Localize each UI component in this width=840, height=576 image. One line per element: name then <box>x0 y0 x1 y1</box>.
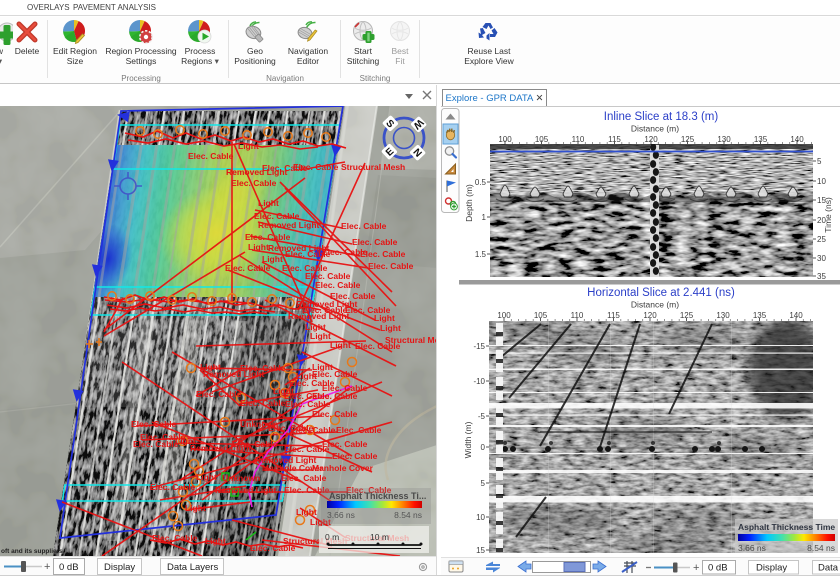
svg-text:Elec. Cable: Elec. Cable <box>290 425 336 435</box>
svg-text:15: 15 <box>476 546 485 555</box>
svg-text:Elec. Cable: Elec. Cable <box>302 305 348 315</box>
svg-text:Asphalt Thickness Time: Asphalt Thickness Time <box>738 522 835 532</box>
svg-text:10: 10 <box>476 513 485 522</box>
svg-text:0 dB: 0 dB <box>708 563 728 574</box>
svg-text:Light: Light <box>205 536 226 546</box>
svg-text:0 m: 0 m <box>325 532 339 542</box>
svg-text:+: + <box>693 562 699 574</box>
svg-text:Time (ns): Time (ns) <box>823 197 833 233</box>
svg-text:-5: -5 <box>478 412 486 421</box>
svg-text:1: 1 <box>482 213 487 222</box>
svg-text:Horizontal Slice at 2.441 (ns): Horizontal Slice at 2.441 (ns) <box>587 287 735 299</box>
svg-text:10: 10 <box>817 177 826 186</box>
svg-text:Elec. Cable: Elec. Cable <box>352 237 398 247</box>
svg-text:5: 5 <box>481 479 486 488</box>
svg-text:Elec. Cable: Elec. Cable <box>133 439 179 449</box>
svg-text:Distance (m): Distance (m) <box>631 124 679 134</box>
svg-text:Elec. Cable: Elec. Cable <box>336 425 382 435</box>
svg-text:30: 30 <box>817 254 826 263</box>
svg-text:0.5: 0.5 <box>475 178 487 187</box>
svg-text:Elec. Cable: Elec. Cable <box>312 391 358 401</box>
svg-text:Inline Slice at 18.3 (m): Inline Slice at 18.3 (m) <box>604 111 719 123</box>
svg-text:Elec. Cable: Elec. Cable <box>315 280 361 290</box>
svg-text:Removed Light: Removed Light <box>258 220 320 230</box>
svg-text:Data: Data <box>818 563 839 574</box>
svg-text:Elec. Cable: Elec. Cable <box>245 232 291 242</box>
svg-text:Width (m): Width (m) <box>463 421 473 458</box>
svg-text:Structural Mesh: Structural Mesh <box>341 162 405 172</box>
svg-text:Light: Light <box>185 503 206 513</box>
svg-text:Elec. Cable: Elec. Cable <box>322 247 368 257</box>
svg-text:Manhole Cover: Manhole Cover <box>312 463 374 473</box>
svg-text:0: 0 <box>481 443 486 452</box>
svg-text:Light: Light <box>310 331 331 341</box>
svg-text:Light: Light <box>330 340 351 350</box>
svg-text:Light: Light <box>248 242 269 252</box>
svg-text:Light: Light <box>380 323 401 333</box>
svg-text:Elec. Cable: Elec. Cable <box>150 482 196 492</box>
svg-text:Light: Light <box>196 472 217 482</box>
svg-text:Data Layers: Data Layers <box>167 562 218 573</box>
svg-text:Elec. Cable: Elec. Cable <box>188 151 234 161</box>
svg-text:Elec. Cable: Elec. Cable <box>322 439 368 449</box>
svg-text:Unknown: Unknown <box>222 473 260 483</box>
svg-text:3.66 ns: 3.66 ns <box>327 510 355 520</box>
svg-text:3.66 ns: 3.66 ns <box>738 543 766 553</box>
svg-text:Removed Light: Removed Light <box>215 485 277 495</box>
svg-text:Elec. Cable: Elec. Cable <box>355 341 401 351</box>
svg-text:1.5: 1.5 <box>475 250 487 259</box>
svg-text:Elec. Cable: Elec. Cable <box>332 451 378 461</box>
svg-text:Elec. Cable: Elec. Cable <box>152 533 198 543</box>
svg-text:Elec. Cable: Elec. Cable <box>131 419 177 429</box>
svg-text:Display: Display <box>756 563 787 574</box>
svg-text:Asphalt Thickness Ti...: Asphalt Thickness Ti... <box>329 491 426 501</box>
svg-text:35: 35 <box>817 272 826 281</box>
svg-text:Elec. Cable: Elec. Cable <box>293 162 339 172</box>
svg-text:+: + <box>44 561 50 573</box>
svg-text:Elec. Cable: Elec. Cable <box>225 263 271 273</box>
svg-text:Light: Light <box>374 313 395 323</box>
svg-text:8.54 ns: 8.54 ns <box>807 543 835 553</box>
svg-text:Elec. Cable: Elec. Cable <box>231 178 277 188</box>
svg-text:-10: -10 <box>473 377 485 386</box>
svg-text:5: 5 <box>817 157 822 166</box>
svg-text:Distance (m): Distance (m) <box>631 300 679 310</box>
svg-text:10 m: 10 m <box>370 532 389 542</box>
svg-text:Elec. Cable: Elec. Cable <box>240 363 286 373</box>
svg-text:Elec. Cable: Elec. Cable <box>312 409 358 419</box>
svg-text:Depth (m): Depth (m) <box>464 184 474 222</box>
svg-text:Elec. Cable: Elec. Cable <box>196 389 242 399</box>
svg-text:Light: Light <box>296 507 317 517</box>
svg-text:-15: -15 <box>473 342 485 351</box>
svg-text:25: 25 <box>817 235 826 244</box>
svg-text:Light: Light <box>258 198 279 208</box>
svg-text:Light: Light <box>238 141 259 151</box>
svg-text:Elec. Cable: Elec. Cable <box>368 261 414 271</box>
svg-text:Display: Display <box>104 562 135 573</box>
svg-text:Elec. Cable: Elec. Cable <box>232 439 278 449</box>
svg-text:Elec. Cable: Elec. Cable <box>281 473 327 483</box>
svg-text:0 dB: 0 dB <box>59 562 79 573</box>
svg-text:Elec. Cable: Elec. Cable <box>240 398 286 408</box>
svg-text:Elec. Cable: Elec. Cable <box>312 369 358 379</box>
svg-text:Elec. Cable: Elec. Cable <box>341 221 387 231</box>
svg-text:oft and its suppliers: oft and its suppliers <box>1 548 63 555</box>
svg-text:8.54 ns: 8.54 ns <box>394 510 422 520</box>
